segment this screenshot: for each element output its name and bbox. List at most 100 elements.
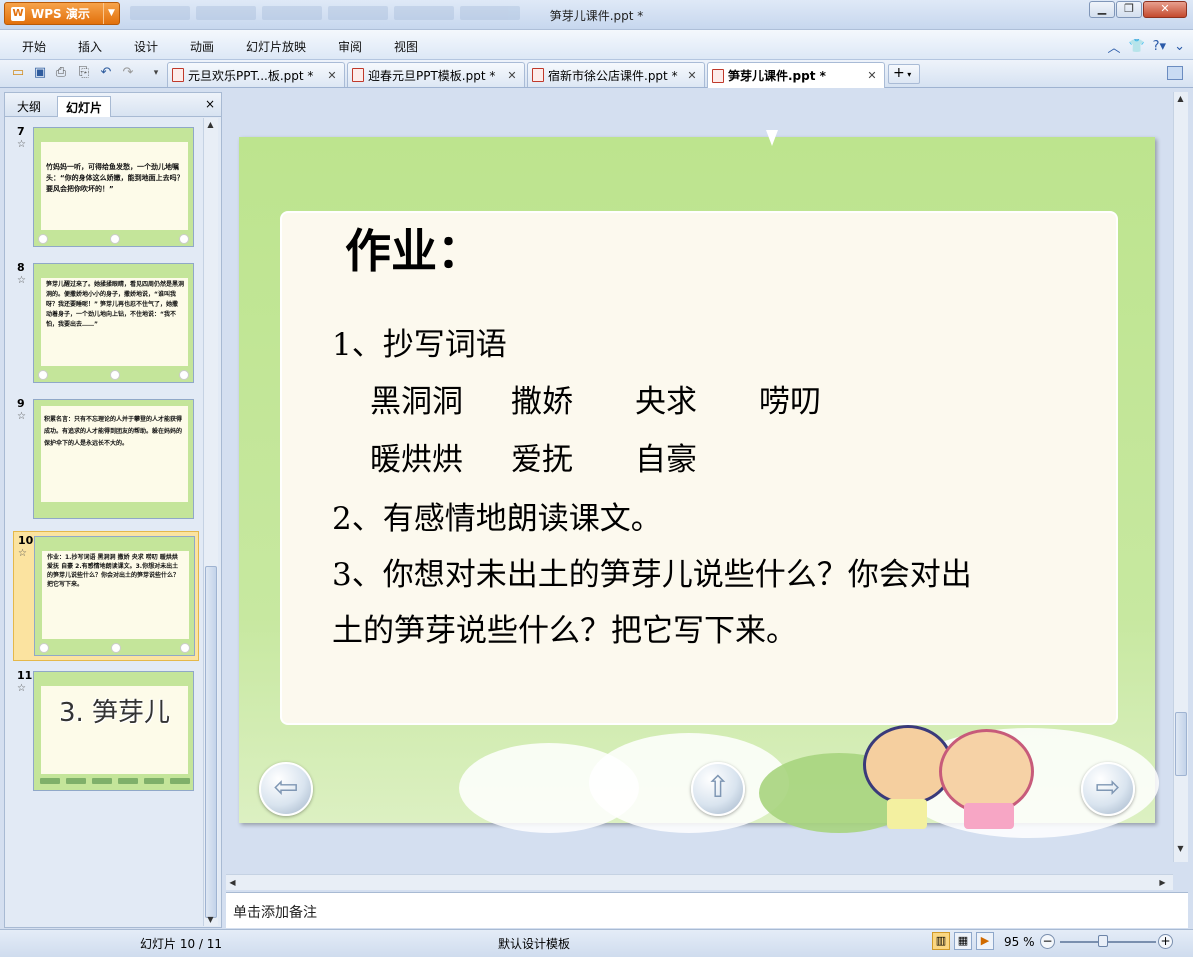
home-up-arrow-icon[interactable]: ⇧ <box>691 762 745 816</box>
title-bar: W WPS 演示 ▼ 笋芽儿课件.ppt * ▁ ❐ ✕ <box>0 0 1193 30</box>
girl-character <box>939 729 1034 814</box>
ribbon-options-icon[interactable]: ⌄ <box>1174 39 1185 54</box>
star-icon: ☆ <box>17 683 26 694</box>
zoom-in-icon[interactable]: + <box>1158 934 1173 949</box>
help-icon[interactable]: ?▾ <box>1153 39 1166 54</box>
zoom-level: 95 % <box>1004 935 1035 949</box>
window-title: 笋芽儿课件.ppt * <box>549 9 644 23</box>
tab-label: 迎春元旦PPT模板.ppt * <box>368 68 496 83</box>
close-tab-icon[interactable]: ✕ <box>506 69 518 82</box>
slide-preview: 笋芽儿醒过来了。她揉揉眼睛，看见四周仍然是黑洞洞的。便撒娇地小小的身子，撒娇地说… <box>33 263 194 383</box>
menu-view[interactable]: 视图 <box>394 38 418 55</box>
zoom-slider-thumb[interactable] <box>1098 935 1109 947</box>
zoom-out-icon[interactable]: − <box>1040 934 1055 949</box>
save-icon[interactable]: ▣ <box>32 65 48 81</box>
menu-slideshow[interactable]: 幻灯片放映 <box>246 38 306 55</box>
template-name[interactable]: 默认设计模板 <box>498 935 570 952</box>
open-folder-icon[interactable]: ▭ <box>10 65 26 81</box>
ppt-file-icon <box>712 68 724 83</box>
print-preview-icon[interactable]: ⎘ <box>76 65 92 81</box>
close-panel-icon[interactable]: × <box>205 97 215 111</box>
slide-thumb-7[interactable]: 7 ☆ 竹妈妈一听，可得给鱼发愁，一个劲儿地嘱头：“你的身体这么娇嫩，能到地面上… <box>13 123 199 253</box>
scroll-up-icon[interactable]: ▲ <box>1174 92 1187 105</box>
canvas-vertical-scrollbar[interactable]: ▲ ▼ <box>1173 92 1188 862</box>
scroll-thumb[interactable] <box>1175 712 1187 776</box>
scroll-thumb[interactable] <box>205 566 217 918</box>
slide-text: 竹妈妈一听，可得给鱼发愁，一个劲儿地嘱头：“你的身体这么娇嫩，能到地面上去吗？要… <box>46 163 184 193</box>
deco-dot <box>110 234 120 244</box>
slide-preview: 3. 笋芽儿 <box>33 671 194 791</box>
tab-doc-3[interactable]: 宿新市徐公店课件.ppt * ✕ <box>527 62 705 87</box>
homework-item-2[interactable]: 2、有感情地朗读课文。 <box>332 493 662 538</box>
current-slide[interactable]: 作业： 1、抄写词语 黑洞洞 撒娇 央求 唠叨 暖烘烘 爱抚 自豪 2、有感情地… <box>239 137 1159 838</box>
tab-label: 元旦欢乐PPT...板.ppt * <box>188 68 314 83</box>
tab-outline[interactable]: 大纲 <box>9 96 49 117</box>
slide-thumb-11[interactable]: 11 ☆ 3. 笋芽儿 <box>13 667 199 797</box>
slide-title[interactable]: 作业： <box>345 215 483 281</box>
vocab-word: 央求 <box>635 384 697 420</box>
homework-item-3-cont[interactable]: 土的笋芽说些什么？把它写下来。 <box>332 605 797 650</box>
ppt-file-icon <box>352 68 364 82</box>
scroll-left-icon[interactable]: ◀ <box>226 876 239 889</box>
deco-dot <box>179 370 189 380</box>
normal-view-icon[interactable]: ▥ <box>932 932 950 950</box>
new-tab-button[interactable]: + ▾ <box>888 64 920 84</box>
slides-panel: 大纲 幻灯片 × 7 ☆ 竹妈妈一听，可得给鱼发愁，一个劲儿地嘱头：“你的身体这… <box>4 92 222 928</box>
notes-pane[interactable]: 单击添加备注 <box>226 892 1188 928</box>
deco-dot <box>39 643 49 653</box>
next-slide-arrow-icon[interactable]: ⇨ <box>1081 762 1135 816</box>
scroll-up-icon[interactable]: ▲ <box>204 118 217 131</box>
panel-scrollbar[interactable]: ▲ ▼ <box>203 118 218 926</box>
slide-thumb-9[interactable]: 9 ☆ 积累名言：只有不忘理论的人并于攀登的人才能获得成功。有追求的人才能得到团… <box>13 395 199 525</box>
decorative-scene <box>439 723 1159 838</box>
panel-toggle-icon[interactable] <box>1167 66 1183 80</box>
slide-preview: 积累名言：只有不忘理论的人并于攀登的人才能获得成功。有追求的人才能得到团友的帮助… <box>33 399 194 519</box>
slide-preview: 作业：1.抄写词语 黑洞洞 撒娇 央求 唠叨 暖烘烘 爱抚 自豪 2.有感情地朗… <box>34 536 195 656</box>
status-bar: 幻灯片 10 / 11 默认设计模板 ▥ ▦ ▶ 95 % − + <box>0 929 1193 957</box>
menu-design[interactable]: 设计 <box>134 38 158 55</box>
deco-dot <box>179 234 189 244</box>
vocab-word: 暖烘烘 <box>370 442 463 478</box>
slide-thumb-10[interactable]: 10 ☆ 作业：1.抄写词语 黑洞洞 撒娇 央求 唠叨 暖烘烘 爱抚 自豪 2.… <box>13 531 199 661</box>
print-icon[interactable]: ⎙ <box>53 65 69 81</box>
menu-review[interactable]: 审阅 <box>338 38 362 55</box>
homework-item-1[interactable]: 1、抄写词语 <box>332 319 507 364</box>
slide-text: 笋芽儿醒过来了。她揉揉眼睛，看见四周仍然是黑洞洞的。便撒娇地小小的身子，撒娇地说… <box>46 281 185 328</box>
close-tab-icon[interactable]: ✕ <box>326 69 338 82</box>
scroll-down-icon[interactable]: ▼ <box>204 913 217 926</box>
slide-number: 8 <box>17 261 25 274</box>
vocab-word: 黑洞洞 <box>370 384 463 420</box>
scroll-down-icon[interactable]: ▼ <box>1174 842 1187 855</box>
scroll-right-icon[interactable]: ▶ <box>1156 876 1169 889</box>
chevron-up-icon[interactable]: ︿ <box>1107 37 1120 56</box>
slide-title: 3. 笋芽儿 <box>58 698 171 728</box>
slideshow-view-icon[interactable]: ▶ <box>976 932 994 950</box>
tab-slides[interactable]: 幻灯片 <box>57 96 112 117</box>
homework-item-3[interactable]: 3、你想对未出土的笋芽儿说些什么？你会对出 <box>332 549 972 594</box>
menu-insert[interactable]: 插入 <box>78 38 102 55</box>
vocab-word: 唠叨 <box>759 384 821 420</box>
menu-home[interactable]: 开始 <box>22 38 46 55</box>
vocab-word: 自豪 <box>635 442 697 478</box>
tab-doc-1[interactable]: 元旦欢乐PPT...板.ppt * ✕ <box>167 62 345 87</box>
redo-icon[interactable]: ↷ <box>120 65 136 81</box>
close-tab-icon[interactable]: ✕ <box>686 69 698 82</box>
star-icon: ☆ <box>17 411 26 422</box>
close-tab-icon[interactable]: ✕ <box>866 69 878 82</box>
notes-placeholder[interactable]: 单击添加备注 <box>233 902 317 922</box>
close-icon[interactable]: ✕ <box>1143 1 1187 18</box>
menu-animation[interactable]: 动画 <box>190 38 214 55</box>
slide-sorter-view-icon[interactable]: ▦ <box>954 932 972 950</box>
customize-toolbar-icon[interactable]: ▾ <box>148 65 164 81</box>
ppt-file-icon <box>532 68 544 82</box>
tab-doc-2[interactable]: 迎春元旦PPT模板.ppt * ✕ <box>347 62 525 87</box>
canvas-horizontal-scrollbar[interactable]: ◀ ▶ <box>226 874 1173 890</box>
slide-thumb-8[interactable]: 8 ☆ 笋芽儿醒过来了。她揉揉眼睛，看见四周仍然是黑洞洞的。便撒娇地小小的身子，… <box>13 259 199 389</box>
tab-doc-active[interactable]: 笋芽儿课件.ppt * ✕ <box>707 62 885 88</box>
maximize-icon[interactable]: ❐ <box>1116 1 1142 18</box>
minimize-icon[interactable]: ▁ <box>1089 1 1115 18</box>
undo-icon[interactable]: ↶ <box>98 65 114 81</box>
skin-shirt-icon[interactable]: 👕 <box>1128 39 1144 54</box>
deco-dot <box>38 234 48 244</box>
prev-slide-arrow-icon[interactable]: ⇦ <box>259 762 313 816</box>
